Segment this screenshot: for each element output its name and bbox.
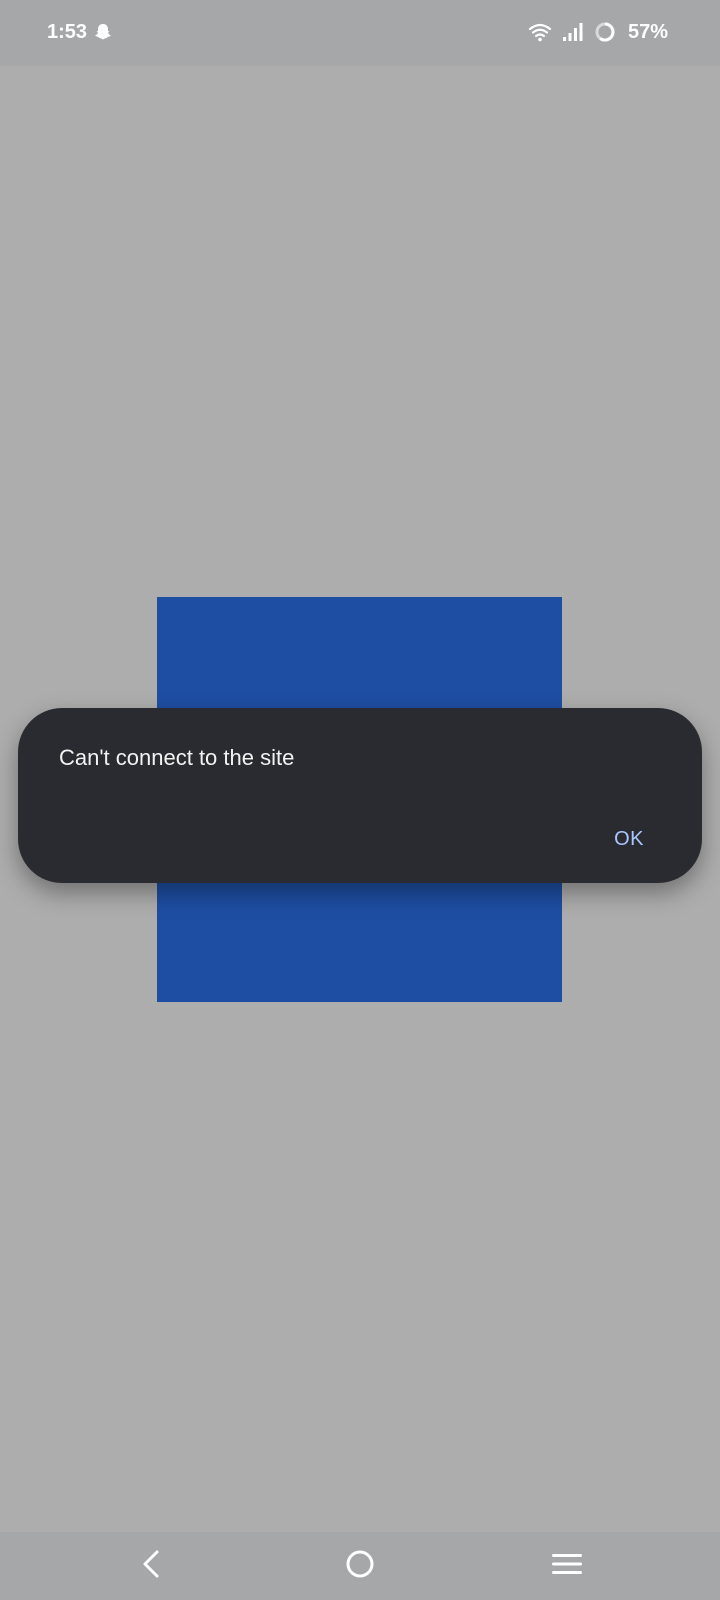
back-button[interactable] (128, 1542, 176, 1590)
snapchat-ghost-icon (93, 22, 113, 42)
recents-button[interactable] (543, 1542, 591, 1590)
ok-button[interactable]: OK (614, 826, 644, 852)
error-dialog: Can't connect to the site OK (18, 708, 702, 883)
battery-percent: 57% (627, 21, 668, 43)
back-icon (138, 1549, 166, 1584)
status-time: 1:53 (47, 21, 88, 43)
wifi-icon (528, 22, 552, 42)
screen: 1:53 57% Can't connect to the site OK (0, 0, 720, 1600)
status-icons: 57% (528, 19, 668, 45)
recents-menu-icon (552, 1551, 582, 1582)
battery-ring-icon (594, 21, 616, 43)
signal-icon (562, 22, 584, 42)
status-bar: 1:53 57% (0, 0, 720, 66)
home-icon (345, 1549, 375, 1584)
home-button[interactable] (336, 1542, 384, 1590)
navigation-bar (0, 1532, 720, 1600)
dialog-message: Can't connect to the site (59, 745, 295, 770)
